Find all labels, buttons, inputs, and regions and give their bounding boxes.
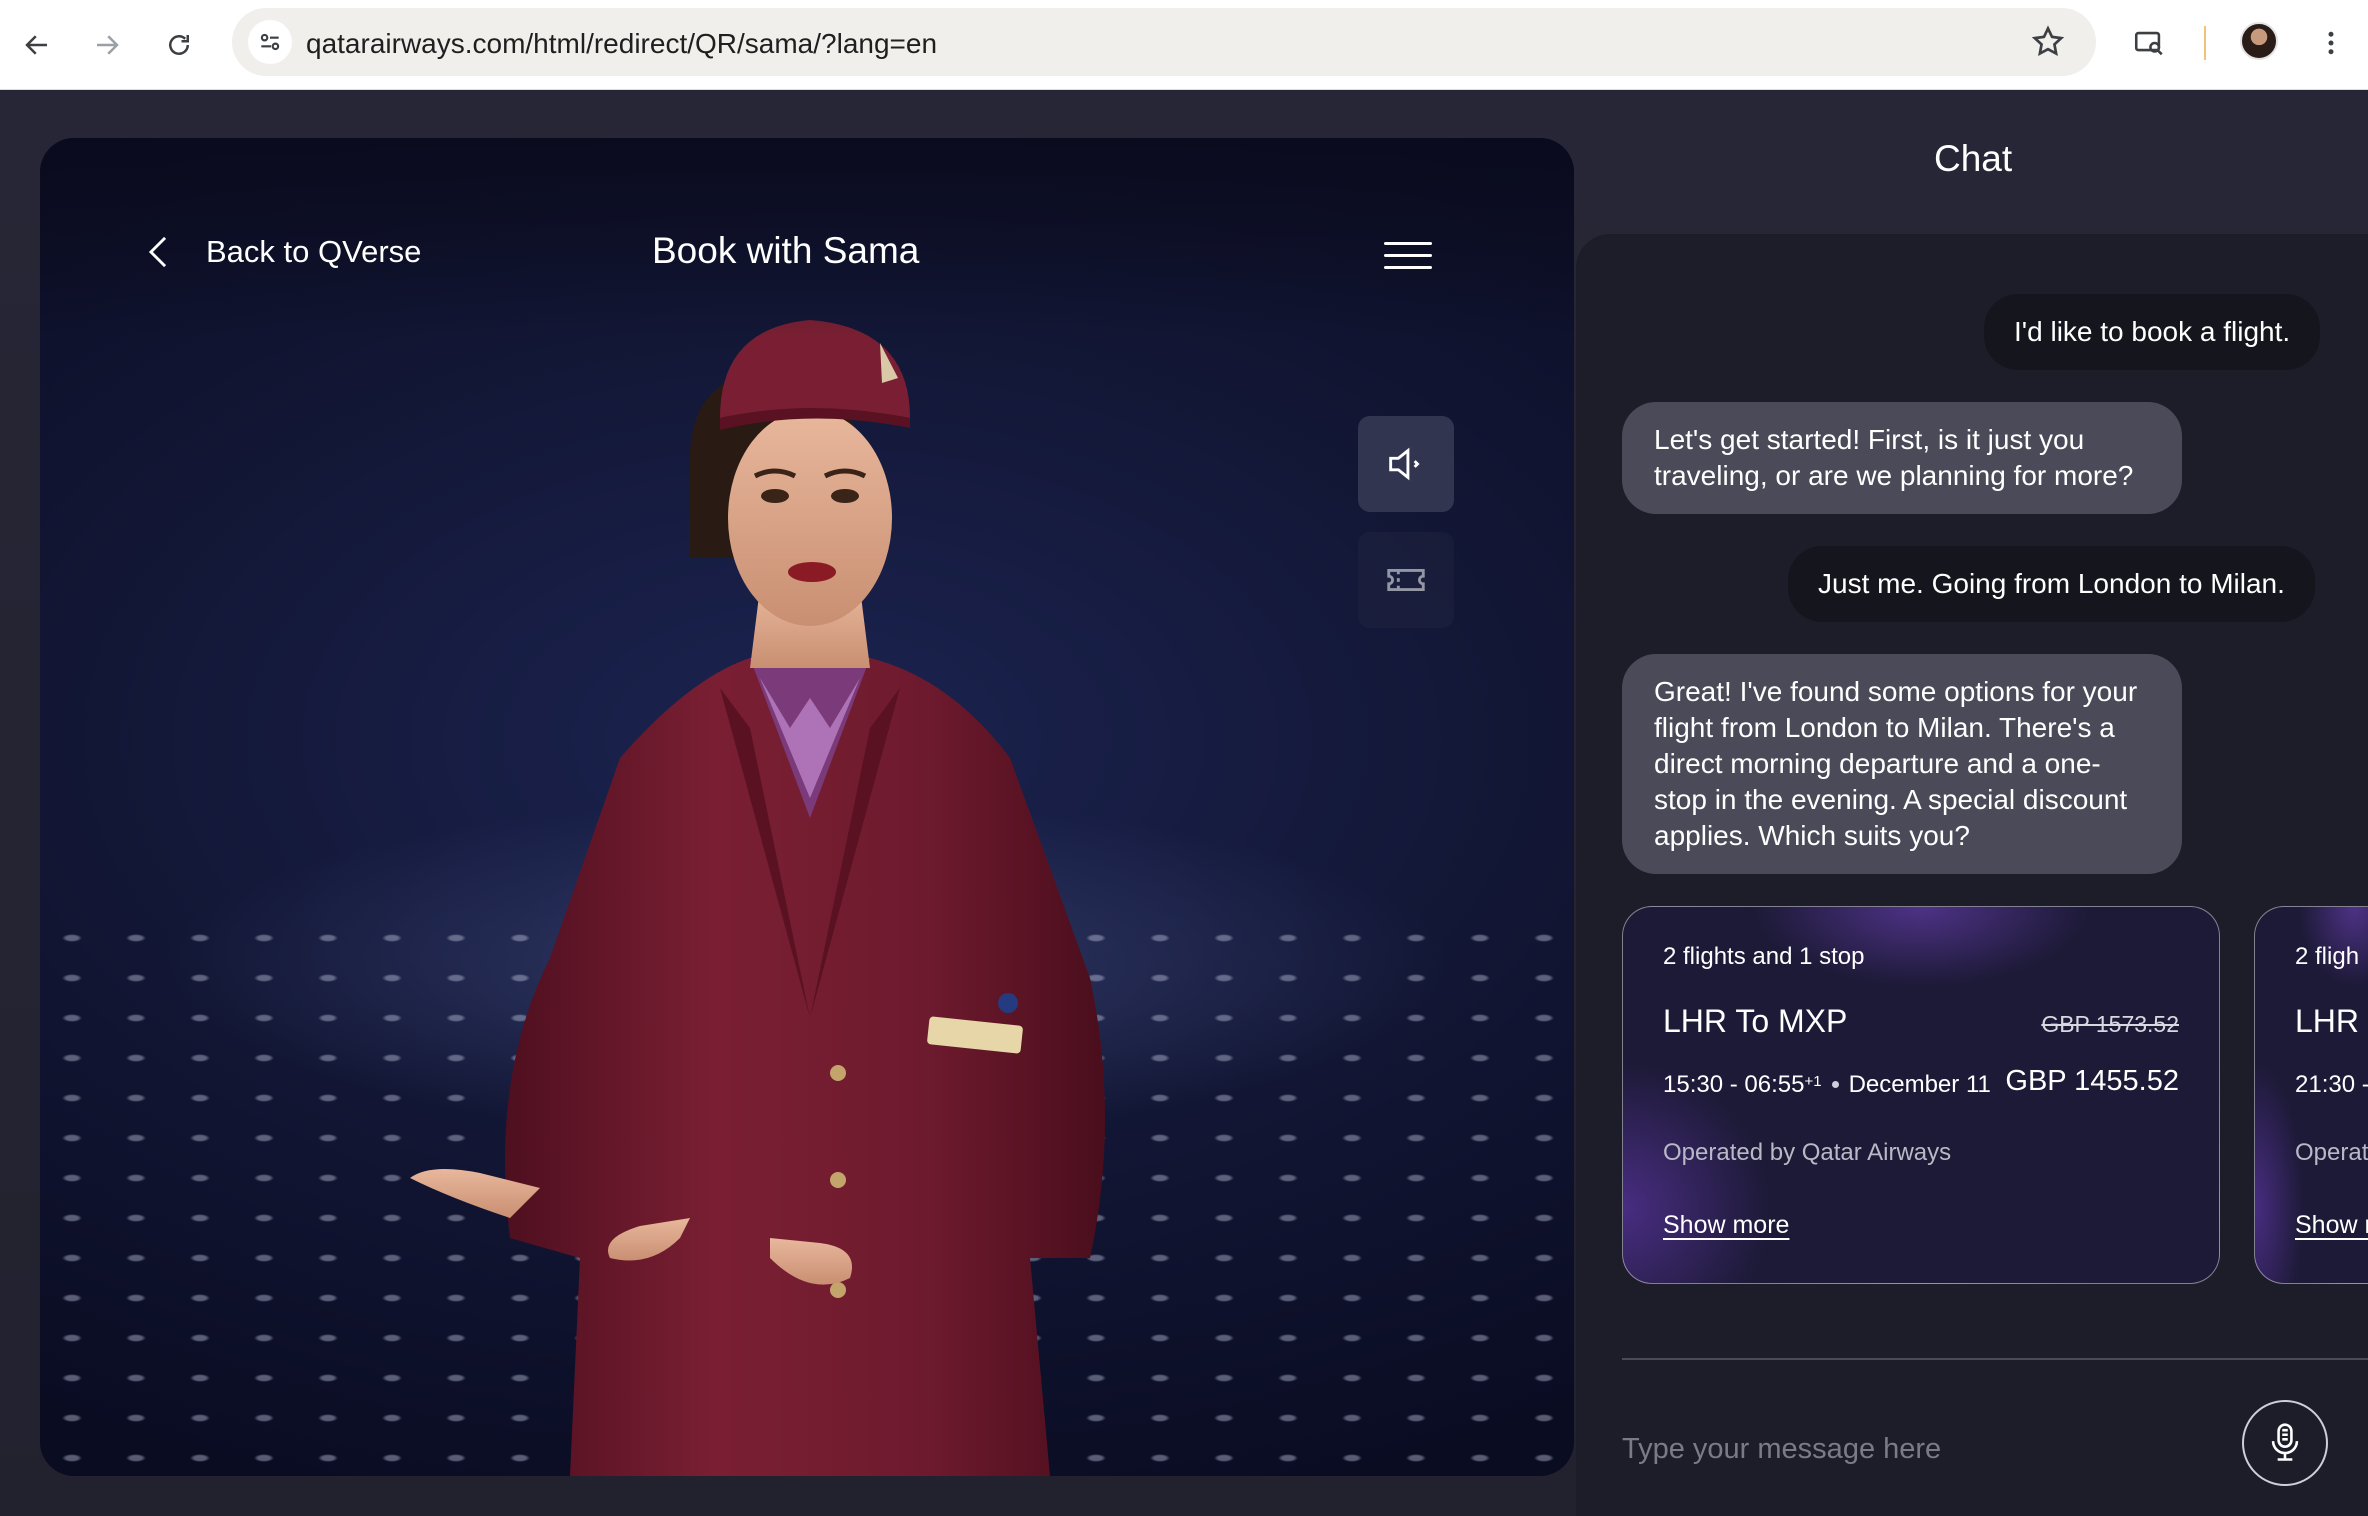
flight-stops: 2 flights and 1 stop bbox=[1663, 943, 1865, 970]
speaker-icon bbox=[1389, 447, 1420, 481]
browser-toolbar: qatarairways.com/html/redirect/QR/sama/?… bbox=[0, 0, 2368, 90]
back-to-qverse-link[interactable]: Back to QVerse bbox=[144, 234, 421, 270]
microphone-button[interactable] bbox=[2242, 1400, 2328, 1486]
microphone-icon bbox=[2271, 1423, 2299, 1461]
operator-text: Operat bbox=[2295, 1139, 2368, 1166]
input-divider bbox=[1622, 1358, 2368, 1360]
original-price: GBP 1573.52 bbox=[2041, 1011, 2179, 1037]
forward-arrow-icon[interactable] bbox=[80, 18, 134, 72]
bookmark-star-icon[interactable] bbox=[2030, 24, 2066, 60]
chat-title: Chat bbox=[1934, 138, 2013, 179]
reload-icon[interactable] bbox=[152, 18, 206, 72]
site-info-icon[interactable] bbox=[248, 20, 292, 64]
flight-option-card[interactable]: 2 flights and 1 stop LHR To MXP GBP 1573… bbox=[1622, 906, 2220, 1284]
ticket-icon bbox=[1387, 568, 1425, 592]
back-link-label: Back to QVerse bbox=[206, 234, 422, 269]
flight-attendant-avatar bbox=[410, 320, 1105, 1476]
flight-option-card[interactable]: 2 fligh LHR T 21:30 - Operat Show m bbox=[2254, 906, 2368, 1284]
profile-avatar[interactable] bbox=[2240, 22, 2278, 60]
page-body: Back to QVerse Book with Sama Chat I'd l… bbox=[0, 90, 2368, 1516]
message-input[interactable] bbox=[1622, 1424, 2222, 1474]
back-arrow-icon[interactable] bbox=[10, 18, 64, 72]
stage-title: Book with Sama bbox=[652, 230, 920, 271]
cast-search-icon[interactable] bbox=[2124, 18, 2174, 68]
bot-message: Let's get started! First, is it just you… bbox=[1622, 402, 2182, 514]
avatar-stage: Back to QVerse Book with Sama bbox=[40, 138, 1574, 1476]
url-text[interactable]: qatarairways.com/html/redirect/QR/sama/?… bbox=[306, 28, 937, 60]
user-message: I'd like to book a flight. bbox=[1984, 294, 2321, 370]
more-menu-icon[interactable] bbox=[2306, 18, 2356, 68]
user-message: Just me. Going from London to Milan. bbox=[1788, 546, 2315, 622]
day-offset: +1 bbox=[1804, 1073, 1822, 1090]
separator-dot bbox=[1831, 1081, 1839, 1088]
flight-times: 15:30 - 06:55 bbox=[1663, 1071, 1805, 1098]
bot-message: Great! I've found some options for your … bbox=[1622, 654, 2182, 874]
ticket-button[interactable] bbox=[1358, 532, 1454, 628]
flight-route: LHR To MXP bbox=[1663, 1003, 1848, 1039]
operator-text: Operated by Qatar Airways bbox=[1663, 1139, 1952, 1166]
hamburger-menu-icon[interactable] bbox=[1384, 242, 1432, 270]
show-more-link[interactable]: Show more bbox=[1663, 1211, 1789, 1240]
flight-times: 21:30 - bbox=[2295, 1071, 2368, 1098]
flight-date: December 11 bbox=[1848, 1071, 1991, 1098]
show-more-link[interactable]: Show m bbox=[2295, 1211, 2368, 1240]
address-bar[interactable]: qatarairways.com/html/redirect/QR/sama/?… bbox=[232, 8, 2096, 76]
flight-schedule: 15:30 - 06:55+1 December 11 bbox=[1663, 1071, 1991, 1099]
flight-route: LHR T bbox=[2295, 1003, 2368, 1039]
discounted-price: GBP 1455.52 bbox=[2005, 1065, 2179, 1097]
flight-stops: 2 fligh bbox=[2295, 943, 2360, 970]
chevron-left-icon bbox=[148, 236, 167, 268]
toolbar-separator bbox=[2204, 26, 2206, 60]
sound-toggle-button[interactable] bbox=[1358, 416, 1454, 512]
